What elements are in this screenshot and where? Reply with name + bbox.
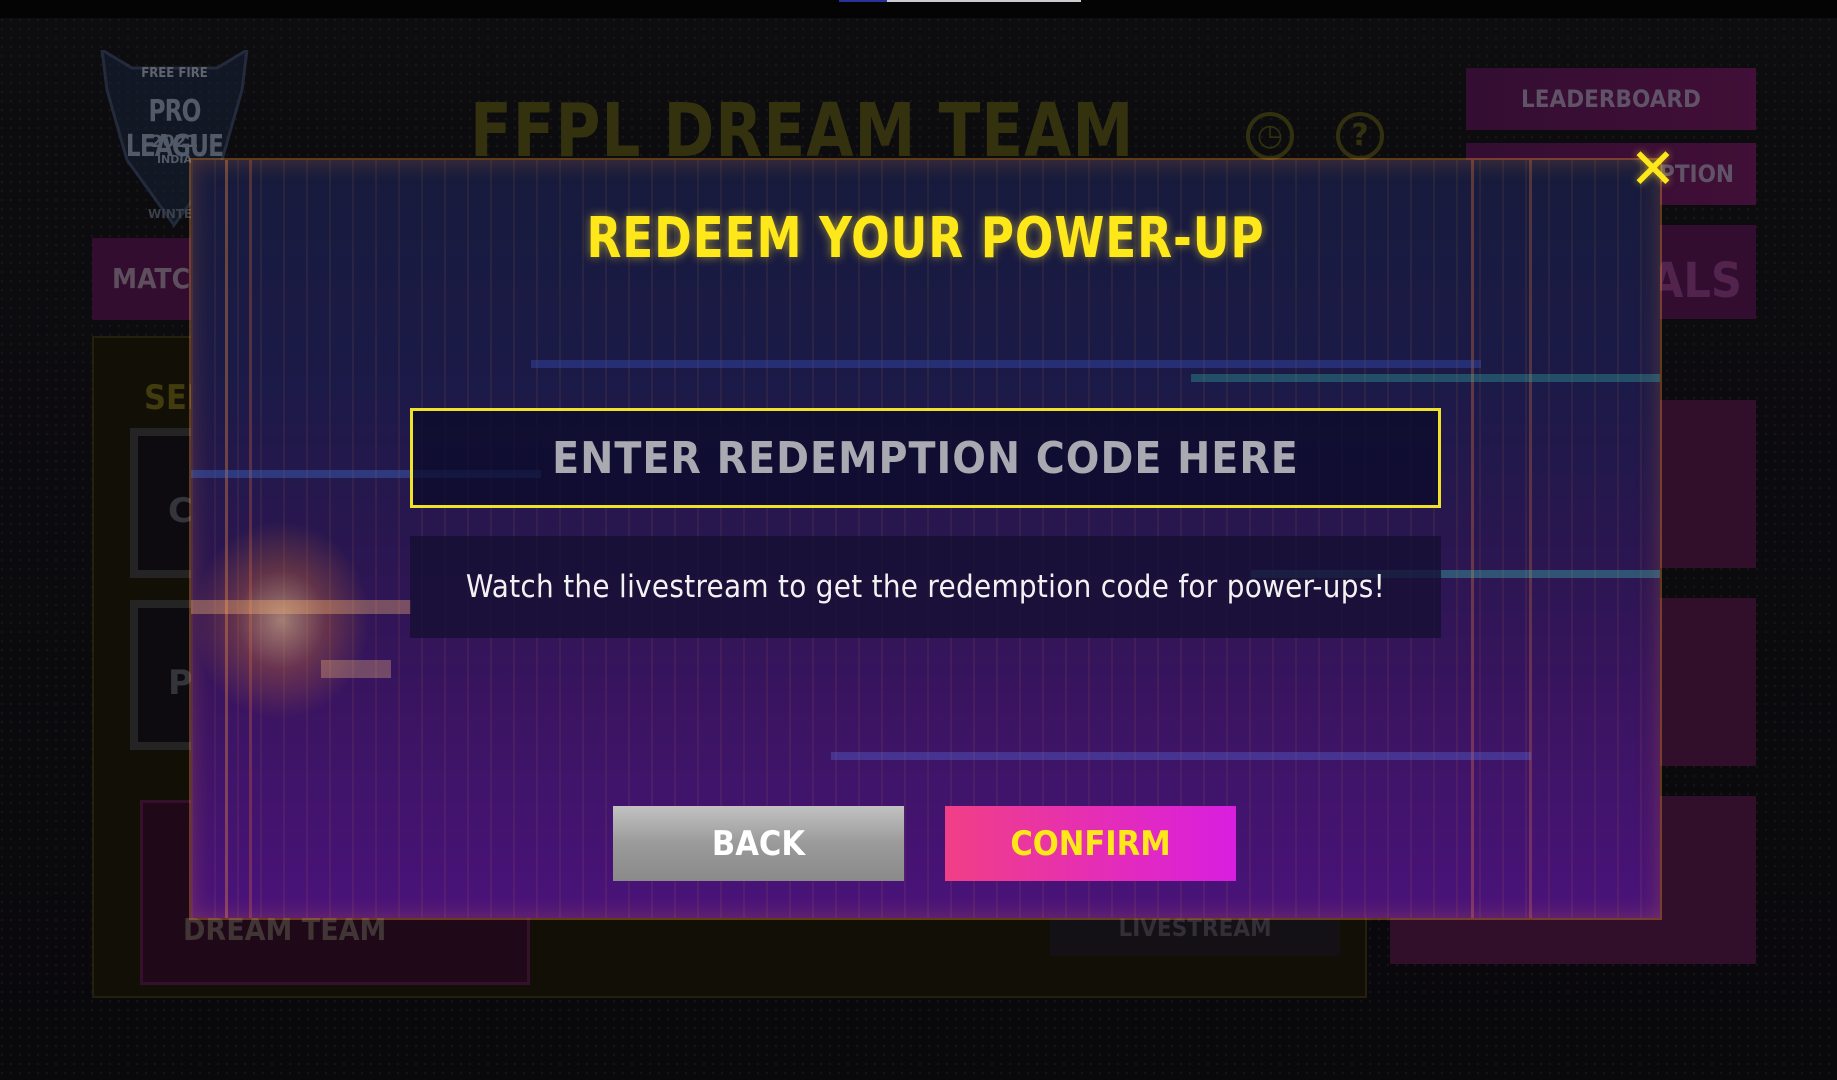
- redemption-code-input[interactable]: [410, 408, 1441, 508]
- decor-line: [1529, 160, 1532, 918]
- back-button[interactable]: BACK: [613, 806, 904, 881]
- decor-line: [249, 160, 252, 918]
- decor-streak: [531, 360, 1481, 368]
- decor-streak: [831, 752, 1531, 760]
- confirm-button[interactable]: CONFIRM: [945, 806, 1236, 881]
- decor-streak: [321, 660, 391, 678]
- decor-line: [1471, 160, 1474, 918]
- decor-line: [225, 160, 228, 918]
- redeem-modal: REDEEM YOUR POWER-UP Watch the livestrea…: [191, 160, 1660, 918]
- light-flare-decoration: [191, 520, 371, 720]
- close-icon[interactable]: ✕: [1622, 139, 1684, 201]
- redemption-hint: Watch the livestream to get the redempti…: [410, 536, 1441, 638]
- decor-streak: [1191, 374, 1660, 382]
- decor-streak: [191, 600, 411, 614]
- modal-title: REDEEM YOUR POWER-UP: [586, 206, 1265, 271]
